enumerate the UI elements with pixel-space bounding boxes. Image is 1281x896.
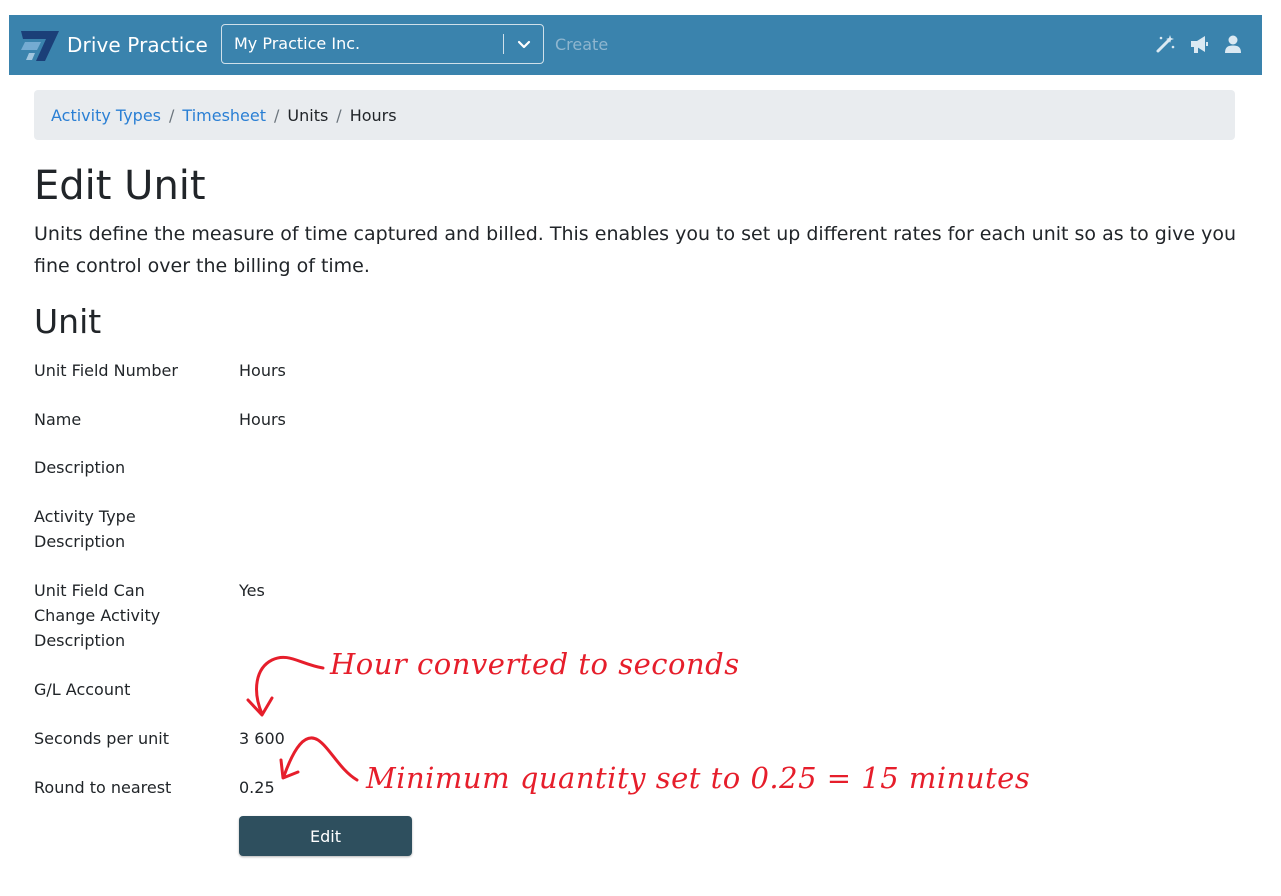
section-title: Unit xyxy=(34,302,102,341)
field-label: Name xyxy=(34,410,82,429)
practice-select-value: My Practice Inc. xyxy=(234,34,361,53)
breadcrumb-separator: / xyxy=(336,105,342,125)
create-link[interactable]: Create xyxy=(555,15,608,75)
breadcrumb-activity-types[interactable]: Activity Types xyxy=(51,106,161,125)
field-label: Round to nearest xyxy=(34,778,172,797)
field-label: Seconds per unit xyxy=(34,729,169,748)
arrow-to-seconds-icon xyxy=(255,655,325,716)
field-value: Hours xyxy=(239,410,286,429)
drive-practice-logo-icon xyxy=(21,31,59,61)
field-value: Hours xyxy=(239,361,286,380)
annotation-seconds-note: Hour converted to seconds xyxy=(330,647,740,681)
field-value: 0.25 xyxy=(239,778,275,797)
field-label: Unit Field Number xyxy=(34,361,178,380)
field-label: Activity Type Description xyxy=(34,507,136,551)
user-icon[interactable] xyxy=(1222,33,1244,55)
field-label: Unit Field Can Change Activity Descripti… xyxy=(34,581,161,650)
breadcrumb-separator: / xyxy=(274,105,280,125)
page-title: Edit Unit xyxy=(34,163,206,209)
arrow-to-rounding-icon xyxy=(282,736,359,782)
select-divider xyxy=(503,34,504,54)
breadcrumb-separator: / xyxy=(169,105,175,125)
field-label: Description xyxy=(34,458,126,477)
megaphone-icon[interactable] xyxy=(1188,33,1210,55)
field-value: Yes xyxy=(239,581,265,600)
breadcrumb-units: Units xyxy=(287,105,329,125)
chevron-down-icon[interactable] xyxy=(515,35,533,53)
field-value: 3 600 xyxy=(239,729,285,748)
breadcrumb-hours: Hours xyxy=(349,105,397,125)
field-label: G/L Account xyxy=(34,680,131,699)
brand[interactable]: Drive Practice xyxy=(19,25,208,65)
page-intro: Units define the measure of time capture… xyxy=(34,223,1237,277)
breadcrumb-timesheet[interactable]: Timesheet xyxy=(182,106,266,125)
practice-select[interactable]: My Practice Inc. xyxy=(221,24,544,64)
magic-wand-icon[interactable] xyxy=(1154,33,1176,55)
breadcrumb: Activity Types / Timesheet / Units / Hou… xyxy=(34,90,1235,140)
brand-name: Drive Practice xyxy=(67,33,208,57)
edit-button[interactable]: Edit xyxy=(239,816,412,856)
annotation-rounding-note: Minimum quantity set to 0.25 = 15 minute… xyxy=(366,761,1031,795)
nav-icon-group xyxy=(1154,33,1244,55)
top-navbar: Drive Practice My Practice Inc. Create xyxy=(9,15,1262,75)
